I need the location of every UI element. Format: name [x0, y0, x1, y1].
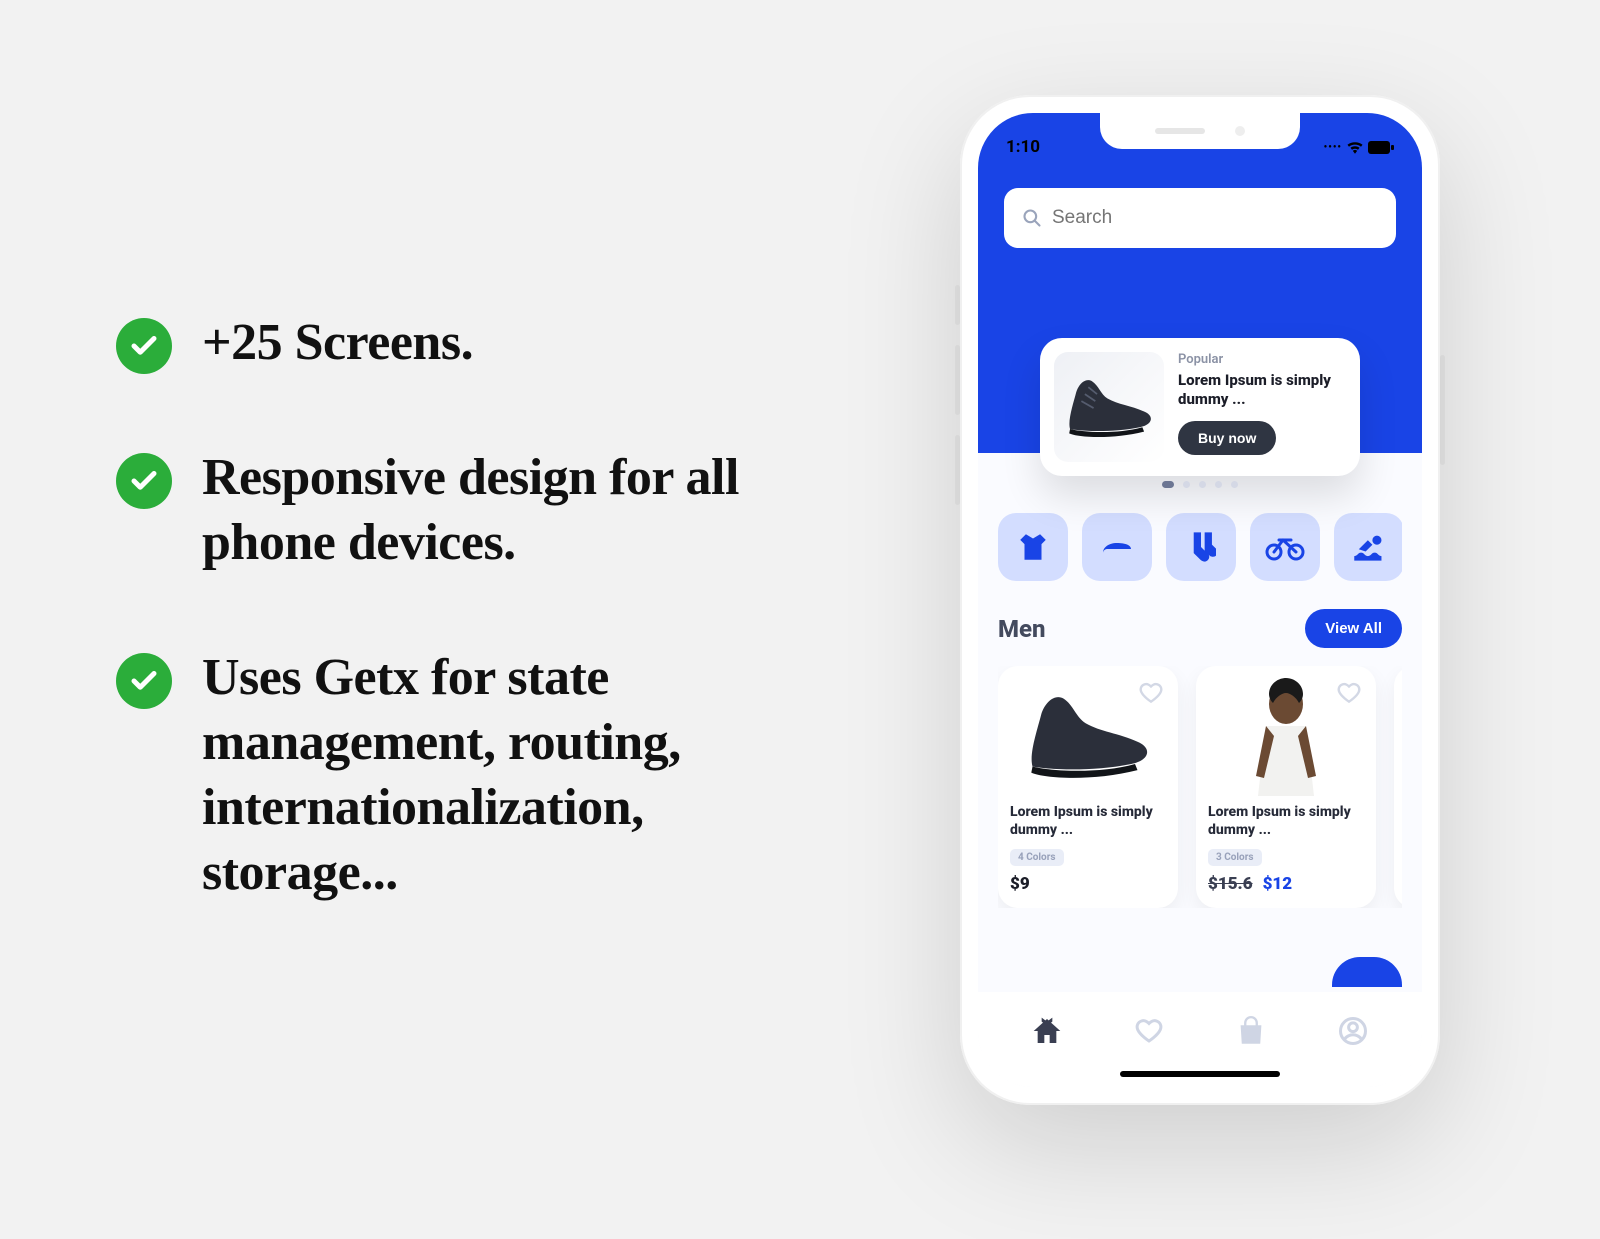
notch — [1100, 113, 1300, 149]
bottom-nav — [978, 992, 1422, 1087]
product-card[interactable]: Lo sim 2 $10 — [1394, 666, 1402, 908]
color-count: 4 Colors — [1010, 849, 1064, 866]
product-sale-price: $12 — [1263, 874, 1293, 894]
heart-icon — [1138, 680, 1164, 706]
battery-icon — [1368, 141, 1394, 154]
nav-home[interactable] — [1027, 1011, 1067, 1051]
promo-canvas: +25 Screens. Responsive design for all p… — [0, 0, 1600, 1239]
nav-profile[interactable] — [1333, 1011, 1373, 1051]
product-price: $9 — [1010, 874, 1030, 894]
product-card[interactable]: Lorem Ipsum is simply dummy ... 3 Colors… — [1196, 666, 1376, 908]
feature-text: Responsive design for all phone devices. — [202, 445, 836, 575]
product-row[interactable]: Lorem Ipsum is simply dummy ... 4 Colors… — [998, 666, 1402, 908]
cellular-icon: •••• — [1324, 142, 1342, 153]
view-all-button[interactable]: View All — [1305, 609, 1402, 648]
product-title: Lorem Ipsum is simply dummy ... — [1010, 804, 1166, 839]
search-input[interactable] — [1052, 207, 1378, 229]
color-count: 3 Colors — [1208, 849, 1262, 866]
socks-icon — [1186, 530, 1216, 564]
favorite-button[interactable] — [1138, 680, 1164, 706]
feature-list: +25 Screens. Responsive design for all p… — [116, 310, 836, 975]
shoe-icon — [1057, 368, 1162, 446]
feature-item: Uses Getx for state management, routing,… — [116, 645, 836, 905]
product-title: Lorem Ipsum is simply dummy ... — [1208, 804, 1364, 839]
section-header: Men View All — [998, 609, 1402, 648]
category-shirt[interactable] — [998, 513, 1068, 581]
nav-cart[interactable] — [1231, 1011, 1271, 1051]
phone-mockup: 1:10 •••• — [960, 95, 1440, 1105]
wifi-icon — [1346, 140, 1364, 154]
check-icon — [116, 653, 172, 709]
search-icon — [1022, 208, 1042, 228]
swim-icon — [1352, 533, 1386, 561]
check-icon — [116, 318, 172, 374]
status-time: 1:10 — [1006, 137, 1040, 157]
home-icon — [1031, 1015, 1063, 1047]
user-icon — [1338, 1016, 1368, 1046]
search-bar[interactable] — [1004, 188, 1396, 248]
phone-screen: 1:10 •••• — [978, 113, 1422, 1087]
product-old-price: $15.6 — [1208, 874, 1253, 894]
check-icon — [116, 453, 172, 509]
popular-tag: Popular — [1178, 352, 1346, 367]
category-swim[interactable] — [1334, 513, 1402, 581]
feature-item: Responsive design for all phone devices. — [116, 445, 836, 575]
popular-image — [1054, 352, 1164, 462]
feature-item: +25 Screens. — [116, 310, 836, 375]
shirt-icon — [1016, 530, 1050, 564]
feature-text: Uses Getx for state management, routing,… — [202, 645, 836, 905]
category-hat[interactable] — [1082, 513, 1152, 581]
category-socks[interactable] — [1166, 513, 1236, 581]
nav-favorites[interactable] — [1129, 1011, 1169, 1051]
bag-icon — [1237, 1016, 1265, 1046]
heart-icon — [1336, 680, 1362, 706]
content-scroll[interactable]: Men View All — [978, 513, 1422, 992]
carousel-dots[interactable] — [1162, 481, 1238, 488]
feature-text: +25 Screens. — [202, 310, 473, 375]
favorite-button[interactable] — [1336, 680, 1362, 706]
bike-icon — [1265, 532, 1305, 562]
category-bike[interactable] — [1250, 513, 1320, 581]
heart-icon — [1134, 1016, 1164, 1046]
buy-now-button[interactable]: Buy now — [1178, 421, 1276, 455]
person-icon — [1236, 676, 1336, 796]
section-title: Men — [998, 615, 1046, 643]
category-row[interactable] — [998, 513, 1402, 581]
popular-card[interactable]: Popular Lorem Ipsum is simply dummy ... … — [1040, 338, 1360, 476]
popular-title: Lorem Ipsum is simply dummy ... — [1178, 371, 1346, 409]
home-indicator[interactable] — [1120, 1071, 1280, 1077]
hat-icon — [1099, 533, 1135, 561]
product-card[interactable]: Lorem Ipsum is simply dummy ... 4 Colors… — [998, 666, 1178, 908]
